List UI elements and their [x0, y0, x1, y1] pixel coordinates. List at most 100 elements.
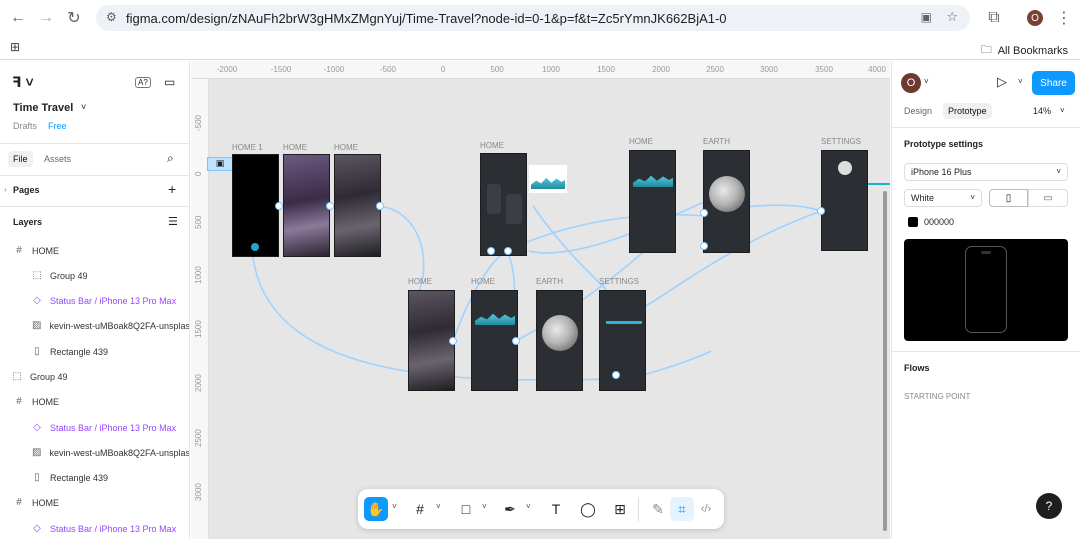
- frame-label[interactable]: HOME: [471, 277, 495, 286]
- frame-label[interactable]: HOME: [334, 143, 358, 152]
- frame-home[interactable]: [334, 154, 381, 257]
- frame-label[interactable]: HOME: [480, 141, 504, 150]
- browser-menu-icon[interactable]: ⋮: [1054, 8, 1074, 28]
- extensions-icon[interactable]: ⧉: [984, 8, 1004, 28]
- connection-node[interactable]: [817, 207, 825, 215]
- chart-widget[interactable]: [529, 165, 567, 193]
- connection-node[interactable]: [504, 247, 512, 255]
- all-bookmarks-button[interactable]: 🗀 All Bookmarks: [981, 41, 1068, 60]
- search-icon[interactable]: ⌕: [167, 151, 174, 166]
- vertical-scrollbar[interactable]: [883, 191, 887, 531]
- pages-chevron-icon[interactable]: ›: [4, 185, 7, 194]
- frame-tool-icon[interactable]: #: [408, 497, 432, 521]
- figma-menu-icon[interactable]: ꟻ ˅: [12, 74, 34, 91]
- layer-row[interactable]: ▯ Rectangle 439: [0, 339, 189, 364]
- layer-row[interactable]: # HOME: [0, 238, 189, 263]
- layer-row[interactable]: # HOME: [0, 490, 189, 515]
- frame-home-splash[interactable]: [408, 290, 455, 391]
- frame-label[interactable]: HOME: [629, 137, 653, 146]
- pen-tool-icon[interactable]: ✒: [498, 497, 522, 521]
- layer-row[interactable]: ⬚ Group 49: [0, 364, 189, 389]
- layer-row[interactable]: ▯ Rectangle 439: [0, 465, 189, 490]
- chevron-down-icon[interactable]: ˅: [526, 502, 531, 511]
- plan-badge[interactable]: Free: [48, 121, 67, 131]
- frame-home-stats[interactable]: [471, 290, 518, 391]
- zoom-level[interactable]: 14%: [1033, 106, 1051, 116]
- portrait-orientation-icon[interactable]: ▯: [989, 189, 1028, 207]
- file-name[interactable]: Time Travel: [13, 102, 73, 114]
- connection-node[interactable]: [326, 202, 334, 210]
- text-tool-icon[interactable]: T: [544, 497, 568, 521]
- frame-home-stats[interactable]: [629, 150, 676, 253]
- tab-prototype[interactable]: Prototype: [943, 103, 992, 119]
- background-color-swatch[interactable]: [908, 217, 918, 227]
- chevron-down-icon[interactable]: ˅: [482, 502, 487, 511]
- design-canvas[interactable]: -2000 -1500 -1000 -500 0 500 1000 1500 2…: [191, 61, 890, 539]
- connection-node[interactable]: [700, 209, 708, 217]
- frame-home-dashboard[interactable]: [480, 153, 527, 256]
- chevron-down-icon[interactable]: ˅: [436, 502, 441, 511]
- profile-avatar[interactable]: O: [1027, 10, 1043, 26]
- connection-node[interactable]: [275, 202, 283, 210]
- design-mode-icon[interactable]: ⌗: [670, 497, 694, 521]
- frame-earth[interactable]: [703, 150, 750, 253]
- frame-label[interactable]: HOME: [283, 143, 307, 152]
- layer-row[interactable]: # HOME: [0, 389, 189, 414]
- frame-home[interactable]: [283, 154, 330, 257]
- connection-node[interactable]: [487, 247, 495, 255]
- apps-grid-icon[interactable]: ⊞: [10, 40, 20, 54]
- actions-tool-icon[interactable]: ⊞: [608, 497, 632, 521]
- share-button[interactable]: Share: [1032, 71, 1075, 95]
- collapse-layers-icon[interactable]: ☰: [168, 215, 178, 228]
- frame-home-1[interactable]: [232, 154, 279, 257]
- connection-node[interactable]: [376, 202, 384, 210]
- device-color-select[interactable]: White ˅: [904, 189, 982, 207]
- background-hex[interactable]: 000000: [924, 217, 954, 227]
- connection-node[interactable]: [449, 337, 457, 345]
- layer-row[interactable]: ◇ Status Bar / iPhone 13 Pro Max: [0, 415, 189, 440]
- landscape-orientation-icon[interactable]: ▭: [1028, 189, 1068, 207]
- frame-settings[interactable]: [599, 290, 646, 391]
- address-bar[interactable]: ⚙ figma.com/design/zNAuFh2brW3gHMxZMgnYu…: [96, 5, 970, 31]
- forward-icon[interactable]: →: [36, 8, 56, 28]
- layer-row[interactable]: ⬚ Group 49: [0, 263, 189, 288]
- user-avatar[interactable]: O: [901, 73, 921, 93]
- file-menu-chevron-icon[interactable]: ˅: [81, 102, 86, 112]
- frame-label[interactable]: HOME: [408, 277, 432, 286]
- frame-label[interactable]: SETTINGS: [821, 137, 861, 146]
- hand-tool-icon[interactable]: ✋: [364, 497, 388, 521]
- layer-row[interactable]: ▨ kevin-west-uMBoak8Q2FA-unsplash: [0, 313, 189, 338]
- rectangle-tool-icon[interactable]: □: [454, 497, 478, 521]
- connection-node[interactable]: [700, 242, 708, 250]
- layer-row[interactable]: ◇ Status Bar / iPhone 13 Pro Max: [0, 288, 189, 313]
- comment-tool-icon[interactable]: ◯: [576, 497, 600, 521]
- draw-mode-icon[interactable]: ✎: [646, 497, 670, 521]
- tab-assets[interactable]: Assets: [44, 154, 71, 164]
- page-info-icon[interactable]: ▣: [921, 10, 932, 24]
- toggle-sidebar-icon[interactable]: ▭: [164, 75, 175, 89]
- frame-earth[interactable]: [536, 290, 583, 391]
- connection-node[interactable]: [512, 337, 520, 345]
- layer-row[interactable]: ◇ Status Bar / iPhone 13 Pro Max: [0, 516, 189, 539]
- pages-header[interactable]: Pages: [13, 185, 40, 195]
- dev-mode-icon[interactable]: ‹/›: [694, 497, 718, 521]
- drafts-link[interactable]: Drafts: [13, 121, 37, 131]
- connection-node[interactable]: [612, 371, 620, 379]
- device-select[interactable]: iPhone 16 Plus ˅: [904, 163, 1068, 181]
- frame-label[interactable]: HOME 1: [232, 143, 263, 152]
- site-info-icon[interactable]: ⚙: [106, 10, 117, 24]
- chevron-down-icon[interactable]: ˅: [392, 502, 397, 511]
- ai-actions-icon[interactable]: A?: [135, 77, 151, 88]
- frame-label[interactable]: EARTH: [536, 277, 563, 286]
- reload-icon[interactable]: ↻: [64, 8, 84, 28]
- layer-row[interactable]: ▨ kevin-west-uMBoak8Q2FA-unsplash: [0, 440, 189, 465]
- frame-settings[interactable]: [821, 150, 868, 251]
- chevron-down-icon[interactable]: ˅: [1060, 106, 1065, 115]
- bookmark-star-icon[interactable]: ☆: [946, 9, 958, 25]
- tab-design[interactable]: Design: [904, 106, 932, 116]
- chevron-down-icon[interactable]: ˅: [924, 77, 929, 86]
- back-icon[interactable]: ←: [8, 8, 28, 28]
- help-button[interactable]: ?: [1036, 493, 1062, 519]
- chevron-down-icon[interactable]: ˅: [1018, 77, 1023, 86]
- frame-label[interactable]: EARTH: [703, 137, 730, 146]
